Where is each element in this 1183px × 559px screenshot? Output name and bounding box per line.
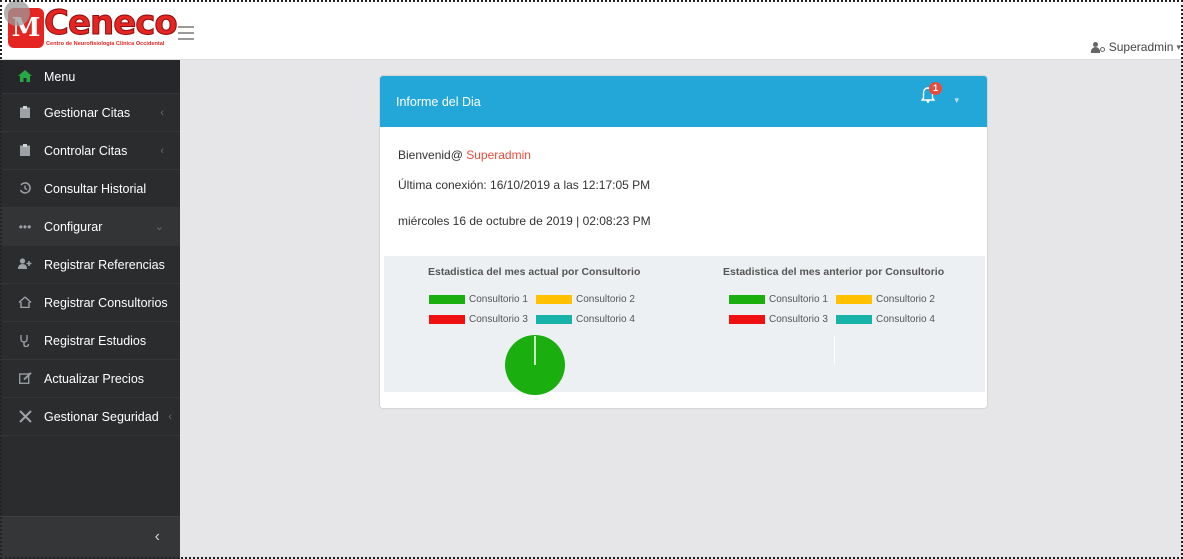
chevron-down-icon: ⌄ xyxy=(154,221,164,233)
box-dropdown-caret-icon[interactable]: ▾ xyxy=(954,95,959,106)
notification-bell-icon[interactable]: 1 xyxy=(920,82,942,103)
legend-swatch xyxy=(536,294,572,304)
statistics-panel: Estadistica del mes actual por Consultor… xyxy=(384,256,985,395)
chart-legend-previous: Consultorio 1 Consultorio 2 Consultorio 3 C… xyxy=(729,292,943,332)
legend-swatch xyxy=(729,314,765,324)
last-login: Última conexión: 16/10/2019 a las 12:17:… xyxy=(398,178,651,192)
legend-swatch xyxy=(729,294,765,304)
tools-icon xyxy=(18,409,32,424)
user-settings-icon xyxy=(1090,41,1106,53)
home-icon xyxy=(18,295,32,310)
chart-title-previous: Estadistica del mes anterior por Consult… xyxy=(723,266,945,278)
sidebar-item-label: Registrar Referencias xyxy=(44,257,165,272)
logo-mark-icon: M xyxy=(4,0,44,48)
pie-chart-previous-empty xyxy=(834,336,835,364)
sidebar-item-menu[interactable]: Menu xyxy=(0,60,180,94)
legend-label[interactable]: Consultorio 4 xyxy=(576,314,643,325)
legend-label[interactable]: Consultorio 2 xyxy=(876,294,943,305)
sidebar-collapse-button[interactable]: ‹ xyxy=(0,516,180,559)
top-navbar: M Ceneco Centro de Neurofisiología Clíni… xyxy=(0,0,1183,60)
sidebar-item-registrar-referencias[interactable]: Registrar Referencias xyxy=(0,246,180,284)
welcome-prefix: Bienvenid@ xyxy=(398,148,467,162)
legend-label[interactable]: Consultorio 3 xyxy=(469,314,536,325)
sidebar-toggle-icon[interactable] xyxy=(178,26,194,40)
legend-label[interactable]: Consultorio 1 xyxy=(769,294,836,305)
history-icon xyxy=(18,181,32,196)
legend-swatch xyxy=(429,294,465,304)
sidebar-item-label: Registrar Estudios xyxy=(44,333,147,348)
sidebar-item-consultar-historial[interactable]: Consultar Historial xyxy=(0,170,180,208)
sidebar-item-label: Gestionar Citas xyxy=(44,105,131,120)
chevron-left-icon: ‹ xyxy=(160,106,164,119)
sidebar-item-registrar-consultorios[interactable]: Registrar Consultorios xyxy=(0,284,180,322)
chart-title-current: Estadistica del mes actual por Consultor… xyxy=(428,266,641,278)
sidebar-item-label: Menu xyxy=(44,69,76,84)
sidebar-item-actualizar-precios[interactable]: Actualizar Precios xyxy=(0,360,180,398)
brand-logo[interactable]: M Ceneco Centro de Neurofisiología Clíni… xyxy=(4,0,178,54)
sidebar-item-controlar-citas[interactable]: Controlar Citas ‹ xyxy=(0,132,180,170)
legend-label[interactable]: Consultorio 4 xyxy=(876,314,943,325)
ellipsis-icon: ••• xyxy=(18,219,32,234)
sidebar: Menu Gestionar Citas ‹ Controlar Citas ‹… xyxy=(0,60,180,559)
edit-icon xyxy=(18,371,32,386)
chart-legend-current: Consultorio 1 Consultorio 2 Consultorio 3 C… xyxy=(429,292,643,332)
notification-count-badge: 1 xyxy=(929,82,942,95)
pie-chart-current xyxy=(505,335,565,395)
legend-swatch xyxy=(836,314,872,324)
sidebar-item-label: Gestionar Seguridad xyxy=(44,409,159,424)
legend-swatch xyxy=(429,314,465,324)
user-name: Superadmin xyxy=(1108,40,1174,54)
box-body: Bienvenid@ Superadmin Última conexión: 1… xyxy=(380,127,987,229)
user-menu[interactable]: Superadmin ▾ xyxy=(1090,40,1183,54)
sidebar-item-label: Configurar xyxy=(44,219,103,234)
daily-report-box: Informe del Dia 1 ▾ Bienvenid@ Superadmi… xyxy=(379,75,988,409)
clipboard-icon xyxy=(18,143,32,158)
current-datetime: miércoles 16 de octubre de 2019 | 02:08:… xyxy=(398,214,651,228)
sidebar-item-label: Consultar Historial xyxy=(44,181,147,196)
welcome-username: Superadmin xyxy=(466,148,531,162)
logo-tagline: Centro de Neurofisiología Clínica Occide… xyxy=(46,41,165,47)
clipboard-icon xyxy=(18,105,32,120)
user-caret-icon: ▾ xyxy=(1176,41,1181,52)
chevron-left-icon: ‹ xyxy=(154,528,160,545)
sidebar-item-label: Registrar Consultorios xyxy=(44,295,168,310)
chevron-left-icon: ‹ xyxy=(160,144,164,157)
sidebar-item-label: Actualizar Precios xyxy=(44,371,145,386)
legend-label[interactable]: Consultorio 3 xyxy=(769,314,836,325)
sidebar-item-gestionar-seguridad[interactable]: Gestionar Seguridad ‹ xyxy=(0,398,180,436)
box-header: Informe del Dia 1 ▾ xyxy=(380,76,987,127)
user-plus-icon xyxy=(18,257,32,272)
legend-label[interactable]: Consultorio 2 xyxy=(576,294,643,305)
legend-swatch xyxy=(836,294,872,304)
logo-wordmark: Ceneco xyxy=(44,3,179,43)
sidebar-item-registrar-estudios[interactable]: Registrar Estudios xyxy=(0,322,180,360)
sidebar-item-label: Controlar Citas xyxy=(44,143,128,158)
chevron-left-icon: ‹ xyxy=(168,410,172,423)
home-icon xyxy=(18,69,32,84)
welcome-line: Bienvenid@ Superadmin xyxy=(398,147,969,163)
box-title: Informe del Dia xyxy=(396,94,481,109)
sidebar-item-configurar[interactable]: ••• Configurar ⌄ xyxy=(0,208,180,246)
stethoscope-icon xyxy=(18,334,32,348)
legend-swatch xyxy=(536,314,572,324)
legend-label[interactable]: Consultorio 1 xyxy=(469,294,536,305)
sidebar-item-gestionar-citas[interactable]: Gestionar Citas ‹ xyxy=(0,94,180,132)
